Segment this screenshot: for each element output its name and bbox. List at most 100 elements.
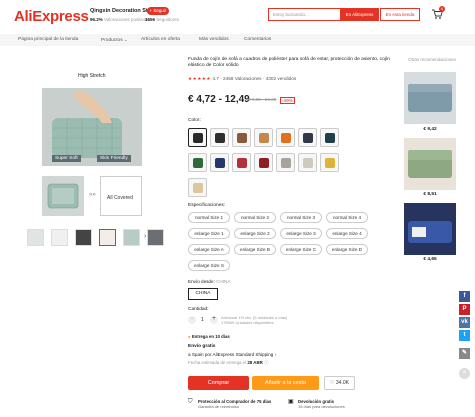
size-option[interactable]: normal Size 1 <box>188 212 230 223</box>
color-label: Color: <box>188 118 201 123</box>
recommended-product[interactable] <box>404 203 456 255</box>
size-option[interactable]: enlarge Size C <box>280 244 322 255</box>
recommended-product[interactable] <box>404 138 456 190</box>
thumbnail[interactable] <box>75 229 92 246</box>
main-product-image[interactable]: Super Soft Skin Friendly <box>42 88 142 166</box>
size-option[interactable]: normal Size 2 <box>234 212 276 223</box>
color-swatch[interactable] <box>298 128 317 147</box>
thumbnail[interactable] <box>147 229 164 246</box>
nav-store-home[interactable]: Página principal de la tienda <box>18 37 78 42</box>
skin-friendly-label: Skin Friendly <box>97 155 131 162</box>
nav-bestsellers[interactable]: Más vendidos <box>199 37 229 42</box>
color-swatch[interactable] <box>276 153 295 172</box>
nav-reviews[interactable]: Comentarios <box>244 37 271 42</box>
positive-rating: 96.2% Valoraciones positivas <box>90 17 149 22</box>
color-swatch[interactable] <box>320 153 339 172</box>
recommended-price: € 9,42 <box>423 127 437 132</box>
quantity-info: Adicional 1% dto. (5 unidades o más) 1759… <box>221 315 288 325</box>
shipping-method[interactable]: a Spain por AliExpress Standard Shipping… <box>188 352 276 357</box>
follow-button[interactable]: + Seguir <box>147 7 169 15</box>
close-icon[interactable]: × <box>459 368 470 379</box>
color-swatch[interactable] <box>188 178 207 197</box>
color-swatch[interactable] <box>210 153 229 172</box>
color-swatch[interactable] <box>232 153 251 172</box>
quantity-decrease-button[interactable]: − <box>188 316 196 324</box>
rating-stars-icon: ★★★★★ <box>188 76 212 81</box>
size-option[interactable]: enlarge Size 3 <box>280 228 322 239</box>
nav-products[interactable]: Productos ⌄ <box>101 37 127 43</box>
vk-icon[interactable]: vk <box>459 317 470 328</box>
facebook-icon[interactable]: f <box>459 291 470 302</box>
color-swatch[interactable] <box>298 153 317 172</box>
size-option[interactable]: enlarge Size 4 <box>326 228 368 239</box>
store-nav: Página principal de la tienda Productos … <box>0 34 475 46</box>
estimated-delivery: Fecha estimada de entrega el 28 ABR ⓘ <box>188 360 269 365</box>
buy-now-button[interactable]: Comprar <box>188 376 249 390</box>
size-option[interactable]: enlarge Size B <box>234 244 276 255</box>
size-option[interactable]: enlarge Size D <box>326 244 368 255</box>
original-price: € 9,35 - 24,60 <box>248 97 277 102</box>
nav-deals[interactable]: Artículos en oferta <box>141 37 180 42</box>
swatch-chair-image <box>193 133 203 143</box>
add-to-cart-button[interactable]: Añadir a la cesta <box>252 376 319 390</box>
thumbnail[interactable] <box>51 229 68 246</box>
spec-label: Especificaciones: <box>188 203 226 208</box>
search-aliexpress-button[interactable]: En AliExpress <box>340 8 379 21</box>
cart-count-badge: 0 <box>439 6 445 12</box>
twitter-icon[interactable]: t <box>459 330 470 341</box>
recommendations-heading: Otras recomendaciones <box>408 57 456 62</box>
color-swatch[interactable] <box>188 153 207 172</box>
color-swatch[interactable] <box>276 128 295 147</box>
color-swatch[interactable] <box>254 153 273 172</box>
shield-icon: ⛉ <box>188 399 193 405</box>
swatch-chair-image <box>215 158 225 168</box>
search-store-button[interactable]: En esta tienda <box>380 8 420 21</box>
recommended-product[interactable] <box>404 72 456 124</box>
aliexpress-logo[interactable]: AliExpress <box>14 8 89 25</box>
swatch-chair-image <box>325 158 335 168</box>
arrow-icon: »» <box>89 192 96 198</box>
edit-icon[interactable]: ✎ <box>459 348 470 359</box>
search-input[interactable]: Estoy buscando... <box>268 8 340 21</box>
price: € 4,72 - 12,49 <box>188 94 250 105</box>
size-option[interactable]: enlarge Size 1 <box>188 228 230 239</box>
swatch-chair-image <box>193 158 203 168</box>
ship-from-label: Envío desde: CHINA <box>188 279 231 284</box>
info-icon: ⓘ <box>264 360 269 365</box>
return-box-icon: ▣ <box>288 399 294 405</box>
color-swatch[interactable] <box>320 128 339 147</box>
size-option[interactable]: enlarge Size A <box>188 244 230 255</box>
wishlist-button[interactable]: ♡ 34.0K <box>324 376 355 390</box>
heart-icon: ♡ <box>330 380 335 386</box>
chevron-down-icon: ⌄ <box>123 37 128 42</box>
super-soft-label: Super Soft <box>52 155 81 162</box>
color-swatch[interactable] <box>232 128 251 147</box>
recommended-price: € 4,65 <box>423 257 437 262</box>
color-swatch[interactable] <box>210 128 229 147</box>
chevron-right-icon[interactable]: › <box>144 233 146 240</box>
swatch-chair-image <box>193 183 203 193</box>
swatch-chair-image <box>303 158 313 168</box>
quantity-value[interactable]: 1 <box>201 317 204 323</box>
swatch-chair-image <box>325 133 335 143</box>
chevron-right-icon: › <box>274 352 277 357</box>
ship-from-option[interactable]: CHINA <box>188 288 218 300</box>
delivery-heading: ● Entrega en 10 días <box>188 334 230 339</box>
size-option[interactable]: enlarge Size S <box>188 260 230 271</box>
color-swatch[interactable] <box>254 128 273 147</box>
swatch-chair-image <box>237 158 247 168</box>
thumbnail[interactable] <box>27 229 44 246</box>
color-swatch[interactable] <box>188 128 207 147</box>
recommended-price: € 8,51 <box>423 192 437 197</box>
size-option[interactable]: enlarge Size 2 <box>234 228 276 239</box>
thumbnail[interactable] <box>123 229 140 246</box>
quantity-label: Cantidad: <box>188 307 209 312</box>
pinterest-icon[interactable]: P <box>459 304 470 315</box>
quantity-increase-button[interactable]: + <box>210 316 218 324</box>
followers-count: 1656 Seguidores <box>145 17 180 22</box>
thumbnail[interactable] <box>99 229 116 246</box>
size-option[interactable]: normal Size 3 <box>280 212 322 223</box>
reviews-link[interactable]: 2458 Valoraciones <box>223 76 261 81</box>
swatch-chair-image <box>281 133 291 143</box>
size-option[interactable]: normal Size 4 <box>326 212 368 223</box>
